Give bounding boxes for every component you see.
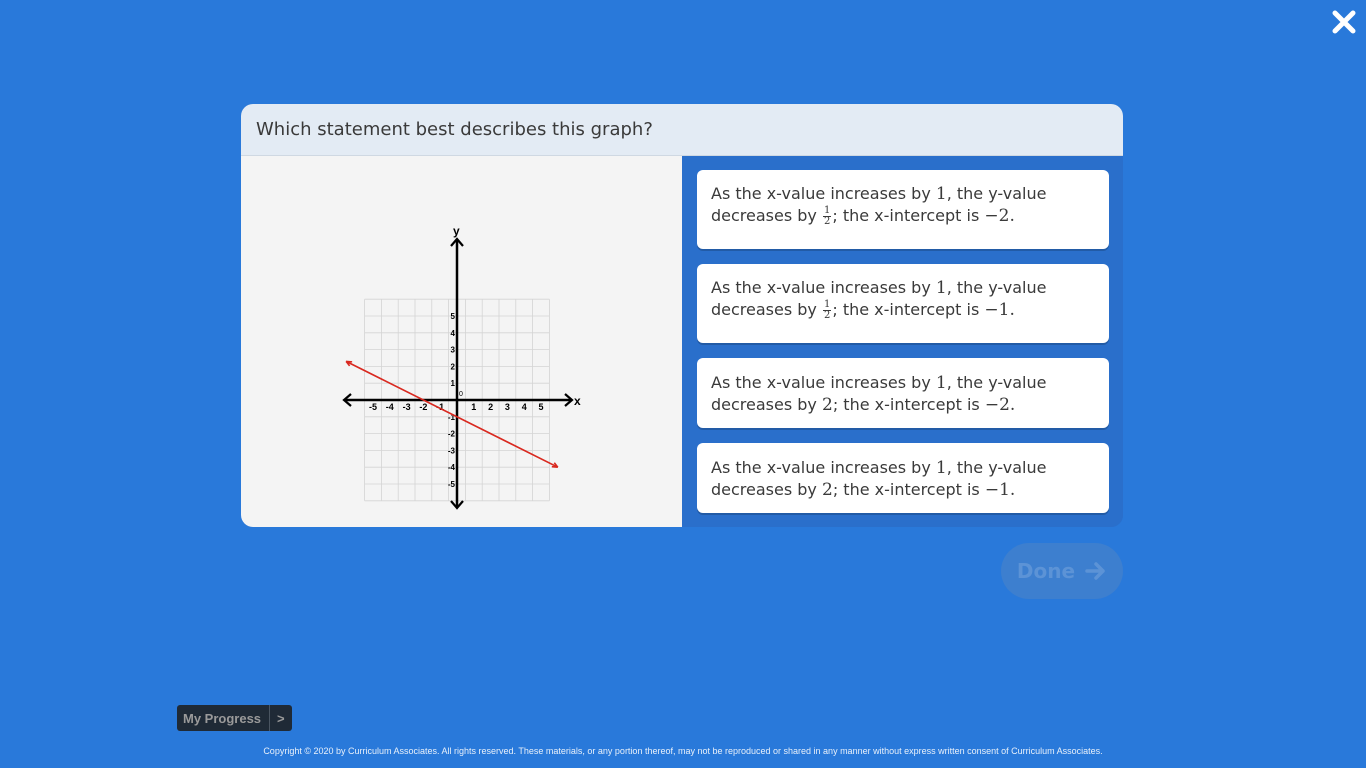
answer-text: . [1009, 206, 1015, 226]
x-tick-label: 3 [505, 402, 510, 412]
close-button[interactable] [1330, 8, 1358, 36]
fraction: 12 [822, 299, 832, 321]
math-value: 2 [821, 480, 833, 500]
x-tick-label: -4 [386, 402, 394, 412]
x-tick-label: 5 [538, 402, 543, 412]
y-tick-label: 1 [451, 379, 456, 388]
y-tick-label: 4 [451, 329, 456, 338]
y-tick-label: -3 [448, 446, 456, 455]
math-value: 1 [935, 278, 947, 298]
math-value: 2 [821, 395, 833, 415]
math-value: 1 [935, 184, 947, 204]
my-progress-button[interactable]: My Progress > [177, 705, 292, 731]
answer-text: As the x-value increases by [711, 278, 936, 297]
question-header: Which statement best describes this grap… [241, 104, 1123, 156]
math-value: 1 [935, 458, 947, 478]
x-tick-label: -2 [419, 402, 427, 412]
done-button[interactable]: Done [1001, 543, 1123, 599]
answer-text: . [1009, 480, 1016, 500]
question-card: Which statement best describes this grap… [241, 104, 1123, 527]
math-value: −2 [984, 395, 1010, 415]
x-tick-label: -3 [403, 402, 411, 412]
answer-text: . [1009, 300, 1015, 320]
y-tick-label: -2 [448, 430, 456, 439]
answer-text: As the x-value increases by [711, 184, 936, 203]
math-value: −2 [984, 206, 1010, 226]
answer-text: ; the x-intercept is [832, 480, 985, 499]
origin-label: 0 [459, 391, 463, 398]
coordinate-graph: xy -5 -4 -3 -2 -1 1 2 3 4 554321-1-2-3-4-50 [342, 224, 581, 510]
x-tick-label: 1 [471, 402, 476, 412]
question-text: Which statement best describes this grap… [256, 119, 653, 140]
answer-text: As the x-value increases by [711, 373, 936, 392]
x-tick-label: -5 [369, 402, 377, 412]
arrow-right-icon [1085, 562, 1105, 580]
answer-option-1[interactable]: As the x-value increases by 1, the y-val… [697, 170, 1109, 249]
math-value: 1 [935, 373, 947, 393]
fraction: 12 [822, 205, 832, 227]
my-progress-label: My Progress [183, 710, 262, 726]
math-value: −1 [984, 480, 1010, 500]
answer-option-4[interactable]: As the x-value increases by 1, the y-val… [697, 443, 1109, 513]
y-tick-label: 2 [451, 362, 456, 371]
answer-text: . [1009, 395, 1016, 415]
close-icon [1332, 10, 1356, 34]
y-tick-label: 3 [451, 346, 456, 355]
x-axis-label: x [574, 394, 581, 408]
chevron-right-icon: > [269, 705, 292, 731]
answer-text: As the x-value increases by [711, 458, 936, 477]
x-tick-label: 4 [522, 402, 527, 412]
y-tick-label: -5 [448, 480, 456, 489]
answer-choices: As the x-value increases by 1, the y-val… [682, 156, 1123, 527]
done-label: Done [1016, 559, 1076, 583]
answer-option-3[interactable]: As the x-value increases by 1, the y-val… [697, 358, 1109, 428]
answer-option-2[interactable]: As the x-value increases by 1, the y-val… [697, 264, 1109, 343]
answer-text: ; the x-intercept is [832, 395, 985, 414]
answer-text: ; the x-intercept is [832, 300, 985, 319]
y-axis-label: y [453, 224, 460, 238]
copyright-text: Copyright © 2020 by Curriculum Associate… [263, 746, 1103, 756]
graph-panel: xy -5 -4 -3 -2 -1 1 2 3 4 5 5 4 3 2 1 -1 -2 -3 -4 -5 0 [241, 156, 682, 527]
answer-text: ; the x-intercept is [832, 206, 985, 225]
x-tick-label: 2 [488, 402, 493, 412]
math-value: −1 [984, 300, 1010, 320]
y-tick-label: -4 [448, 463, 456, 472]
y-tick-label: 5 [451, 312, 456, 321]
